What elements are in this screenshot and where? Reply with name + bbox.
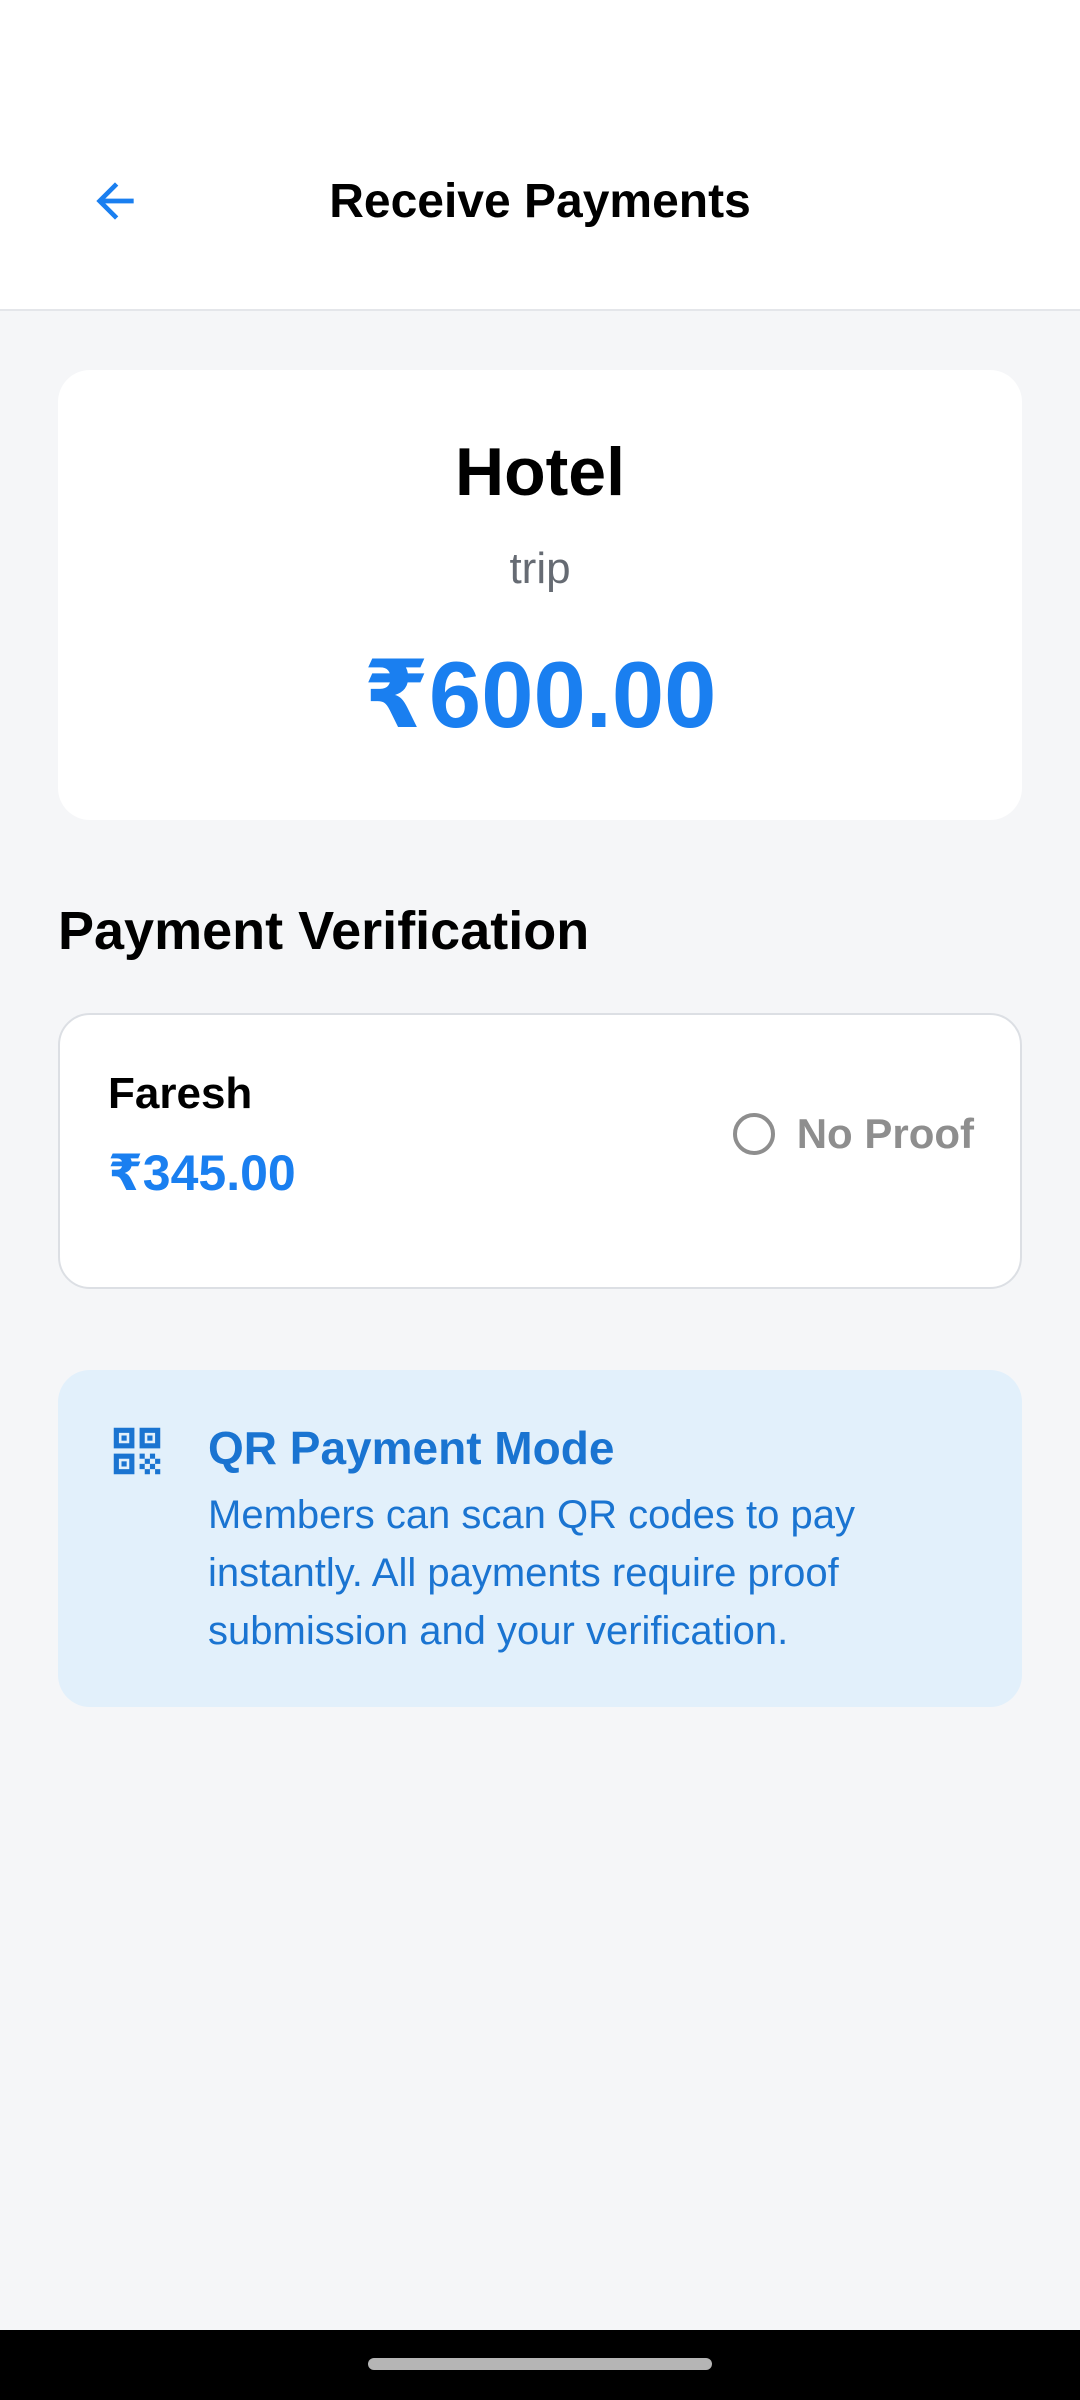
status-bar	[0, 0, 1080, 100]
proof-status[interactable]: No Proof	[732, 1107, 974, 1161]
group-name: trip	[509, 544, 571, 593]
expense-title: Hotel	[455, 434, 625, 510]
proof-status-label: No Proof	[796, 1110, 974, 1157]
member-amount: ₹345.00	[108, 1145, 296, 1201]
member-payment-card[interactable]: Faresh ₹345.00 No Proof	[58, 1013, 1022, 1289]
payment-verification-heading: Payment Verification	[58, 901, 590, 961]
home-indicator[interactable]	[368, 2358, 712, 2370]
page-title: Receive Payments	[329, 175, 751, 228]
info-title: QR Payment Mode	[208, 1422, 615, 1474]
radio-unchecked-icon[interactable]	[732, 1113, 775, 1155]
member-name: Faresh	[108, 1069, 253, 1118]
app-header: Receive Payments	[0, 100, 1080, 311]
total-amount: ₹600.00	[363, 642, 717, 747]
expense-summary-card: Hotel trip ₹600.00	[58, 370, 1022, 820]
info-description: Members can scan QR codes to pay instant…	[208, 1493, 855, 1653]
qr-payment-info-card: QR Payment Mode Members can scan QR code…	[58, 1370, 1022, 1707]
system-navigation-bar	[0, 2330, 1080, 2400]
qr-code-icon	[113, 1427, 161, 1475]
